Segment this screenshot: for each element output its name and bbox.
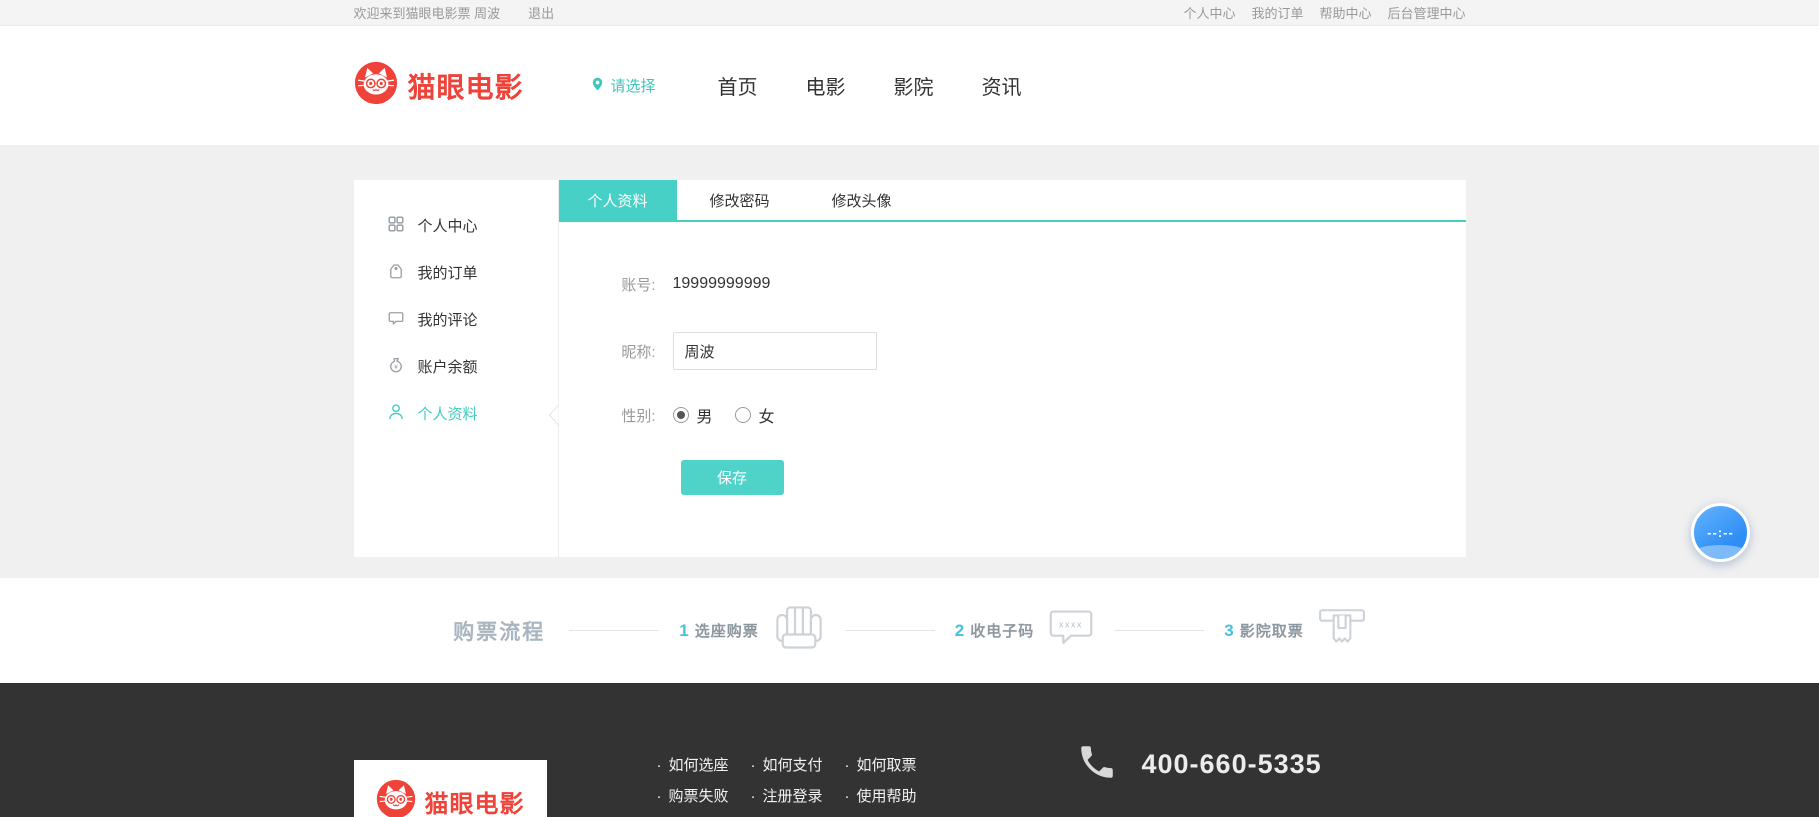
sidebar: 个人中心 我的订单 我的评论 ¥ 账户余额 个人资料 [354,180,559,557]
flow-connector-line [844,630,935,631]
money-bag-icon: ¥ [387,356,405,378]
footer-brand-logo[interactable]: 猫眼电影 [353,760,547,817]
topbar: 欢迎来到猫眼电影票 周波 退出 个人中心 我的订单 帮助中心 后台管理中心 [0,0,1819,26]
welcome-text: 欢迎来到猫眼电影票 周波 [353,6,501,21]
main-area: 个人中心 我的订单 我的评论 ¥ 账户余额 个人资料 个人资料 修改密码 修改头… [0,145,1819,578]
flow-title: 购票流程 [453,620,546,644]
account-value: 19999999999 [672,275,771,292]
nav-home[interactable]: 首页 [718,71,758,100]
bullet: · [656,757,662,774]
floating-clock-widget[interactable]: --:-- [1691,503,1750,562]
bullet: · [844,788,850,805]
city-selector[interactable]: 请选择 [590,75,656,96]
sidebar-item-label: 账户余额 [417,359,478,376]
footer: 猫眼电影 · 如何选座 · 如何支付 · 如何取票 · 购票失败 · 注册登录 · 使用帮助… [0,683,1819,817]
flow-step-get-ticket: 3 影院取票 [1224,607,1365,654]
gender-label: 性别: [621,407,656,425]
footer-link-how-to-get-ticket[interactable]: 如何取票 [857,757,917,774]
gender-radio-male[interactable]: 男 [672,403,713,427]
footer-phone: 400-660-5335 [1076,741,1322,788]
clock-display: --:-- [1707,525,1734,540]
maoyan-cat-icon [354,61,398,110]
purchase-flow-strip: 购票流程 1 选座购票 2 收电子码 xxxx 3 影院取票 [0,578,1819,683]
flow-step-number: 1 [679,620,689,640]
nav-cinemas[interactable]: 影院 [894,71,934,100]
topbar-link-personal-center[interactable]: 个人中心 [1183,3,1235,22]
comment-icon [387,309,405,331]
person-icon [387,403,405,425]
topbar-link-my-orders[interactable]: 我的订单 [1251,3,1303,22]
sidebar-item-my-orders[interactable]: 我的订单 [354,249,558,296]
radio-unselected-icon[interactable] [734,407,751,423]
footer-link-purchase-failed[interactable]: 购票失败 [669,788,729,805]
flow-step-label: 收电子码 [970,623,1035,640]
order-tag-icon [387,262,405,284]
gender-radio-female[interactable]: 女 [734,403,775,427]
svg-text:¥: ¥ [394,363,398,370]
sidebar-item-account-balance[interactable]: ¥ 账户余额 [354,343,558,390]
main-nav: 首页 电影 影院 资讯 [718,71,1022,100]
brand-name: 猫眼电影 [407,71,524,103]
sidebar-item-my-comments[interactable]: 我的评论 [354,296,558,343]
grid-icon [387,215,405,237]
bullet: · [656,788,662,805]
sidebar-item-label: 我的评论 [417,312,478,329]
topbar-link-admin-center[interactable]: 后台管理中心 [1387,3,1465,22]
gender-option-male-label: 男 [696,409,713,426]
flow-step-label: 影院取票 [1239,623,1304,640]
nav-news[interactable]: 资讯 [982,71,1022,100]
save-button[interactable]: 保存 [680,460,784,495]
gender-option-female-label: 女 [758,409,775,426]
tab-change-avatar[interactable]: 修改头像 [803,180,921,220]
sidebar-item-personal-center[interactable]: 个人中心 [354,202,558,249]
sidebar-item-profile[interactable]: 个人资料 [354,390,558,437]
footer-link-usage-help[interactable]: 使用帮助 [857,788,917,805]
active-item-chevron-icon [548,404,559,431]
profile-content: 个人资料 修改密码 修改头像 账号: 19999999999 昵称: 性别: [558,180,1466,557]
bullet: · [750,757,756,774]
sidebar-item-label: 我的订单 [417,265,478,282]
phone-icon [1076,741,1118,788]
account-label: 账号: [621,276,656,294]
tab-profile[interactable]: 个人资料 [558,180,677,220]
bullet: · [844,757,850,774]
sidebar-item-label: 个人资料 [417,406,478,423]
cinema-seat-icon [773,605,825,656]
maoyan-cat-icon [376,779,416,817]
footer-link-register-login[interactable]: 注册登录 [763,788,823,805]
location-pin-icon [590,76,605,96]
nickname-input[interactable] [672,332,877,370]
brand-logo[interactable]: 猫眼电影 [354,61,524,110]
flow-step-number: 2 [954,620,965,640]
profile-card: 个人中心 我的订单 我的评论 ¥ 账户余额 个人资料 个人资料 修改密码 修改头… [353,180,1466,557]
footer-link-how-to-choose-seat[interactable]: 如何选座 [669,757,729,774]
tab-bar: 个人资料 修改密码 修改头像 [558,180,1466,222]
flow-step-number: 3 [1224,620,1234,640]
flow-connector-line [1114,630,1205,631]
flow-step-receive-code: 2 收电子码 xxxx [955,608,1094,653]
svg-text:xxxx: xxxx [1059,619,1083,629]
sidebar-item-label: 个人中心 [417,218,478,235]
flow-step-label: 选座购票 [694,623,759,640]
header: 猫眼电影 请选择 首页 电影 影院 资讯 [0,26,1819,145]
footer-link-how-to-pay[interactable]: 如何支付 [763,757,823,774]
tab-change-password[interactable]: 修改密码 [681,180,799,220]
logout-link[interactable]: 退出 [528,3,554,22]
nickname-label: 昵称: [621,343,656,361]
flow-step-choose-seat: 1 选座购票 [679,605,824,656]
flow-connector-line [569,630,660,631]
topbar-link-help-center[interactable]: 帮助中心 [1319,3,1371,22]
nav-movies[interactable]: 电影 [806,71,846,100]
bullet: · [750,788,756,805]
city-select-label: 请选择 [610,78,656,95]
footer-links: · 如何选座 · 如何支付 · 如何取票 · 购票失败 · 注册登录 · 使用帮助 [657,749,917,811]
profile-form: 账号: 19999999999 昵称: 性别: 男 [559,222,1466,495]
service-phone-number: 400-660-5335 [1141,749,1322,779]
ticket-machine-icon [1318,607,1366,654]
footer-brand-name: 猫眼电影 [424,790,525,817]
radio-selected-icon[interactable] [672,407,689,423]
message-code-icon: xxxx [1048,608,1094,653]
